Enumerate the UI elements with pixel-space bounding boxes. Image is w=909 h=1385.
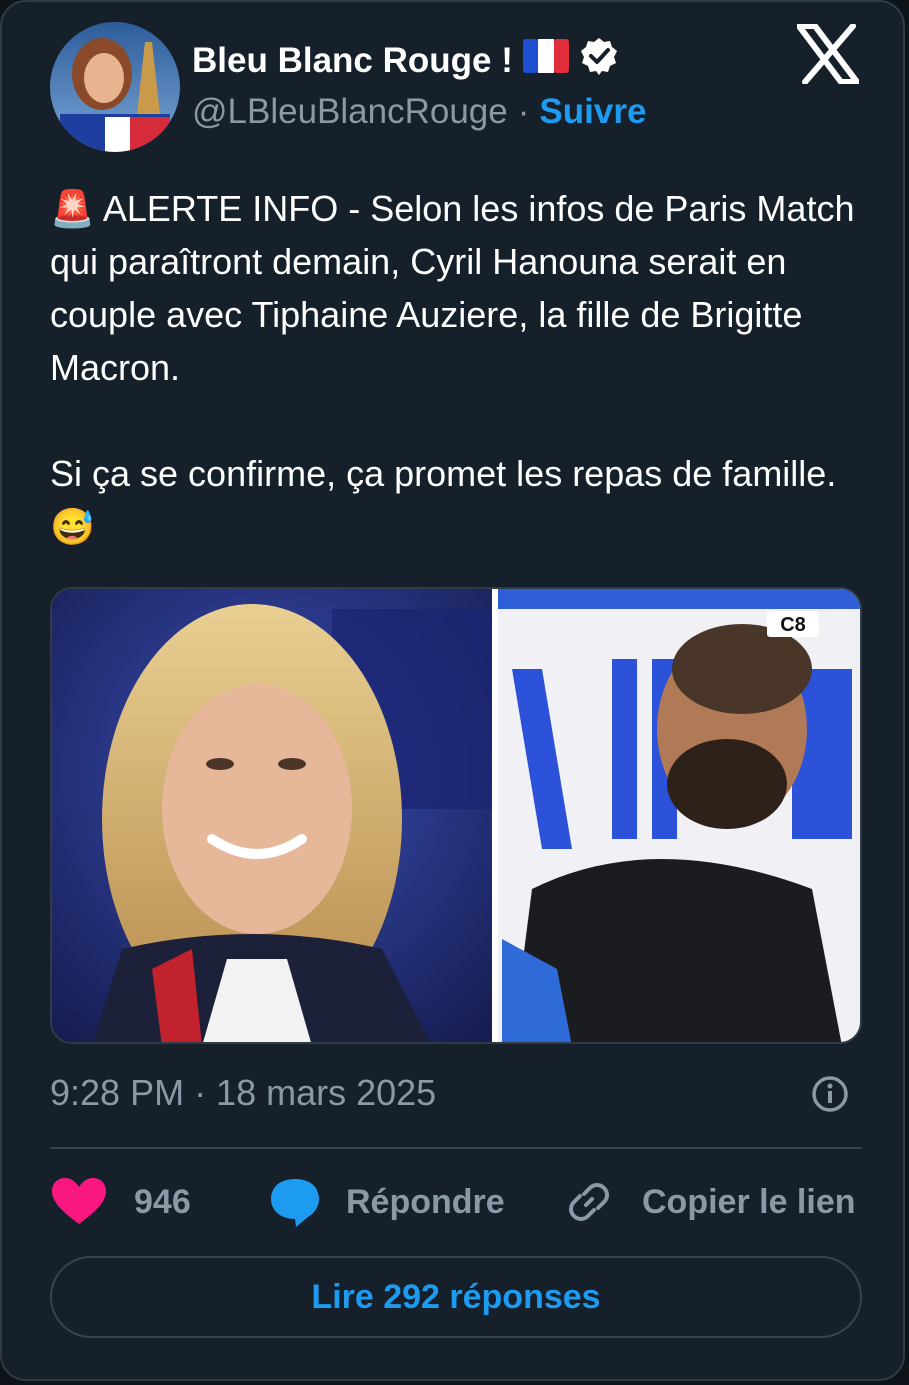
handle-separator: · xyxy=(517,92,530,131)
reply-bubble-icon xyxy=(271,1179,319,1227)
author-display-name: Bleu Blanc Rouge ! xyxy=(192,40,513,80)
author-avatar[interactable] xyxy=(50,22,180,152)
like-count: 946 xyxy=(134,1182,191,1221)
tweet-text: 🚨 ALERTE INFO - Selon les infos de Paris… xyxy=(50,188,855,547)
media-right-photo xyxy=(498,589,860,1042)
heart-icon xyxy=(52,1178,106,1224)
like-action[interactable]: 946 xyxy=(50,1172,191,1232)
read-replies-button[interactable]: Lire 292 réponses xyxy=(50,1256,862,1338)
verified-badge-icon xyxy=(579,36,619,85)
reply-label: Répondre xyxy=(346,1182,505,1221)
link-icon xyxy=(569,1183,609,1221)
tweet-card: Bleu Blanc Rouge ! @LBleuBlancRouge · Su… xyxy=(0,0,905,1381)
copy-link-label: Copier le lien xyxy=(642,1182,856,1221)
media-channel-badge: C8 xyxy=(767,611,819,637)
x-logo-icon[interactable] xyxy=(796,23,860,85)
author-name-row[interactable]: Bleu Blanc Rouge ! xyxy=(192,36,619,85)
author-handle-row: @LBleuBlancRouge · Suivre xyxy=(192,92,646,132)
actions-divider xyxy=(50,1147,862,1149)
reply-action[interactable]: Répondre xyxy=(268,1172,505,1232)
author-handle[interactable]: @LBleuBlancRouge xyxy=(192,92,508,132)
action-bar: 946 Répondre Copier le lien xyxy=(50,1172,862,1232)
france-flag-icon xyxy=(522,39,569,82)
media-left-photo xyxy=(52,589,492,1042)
info-icon[interactable] xyxy=(810,1074,850,1114)
follow-button[interactable]: Suivre xyxy=(539,92,646,132)
copy-link-action[interactable]: Copier le lien xyxy=(564,1172,856,1232)
tweet-timestamp[interactable]: 9:28 PM · 18 mars 2025 xyxy=(50,1072,436,1114)
tweet-media[interactable]: C8 xyxy=(50,587,862,1044)
channel-badge-text: C8 xyxy=(780,614,806,636)
